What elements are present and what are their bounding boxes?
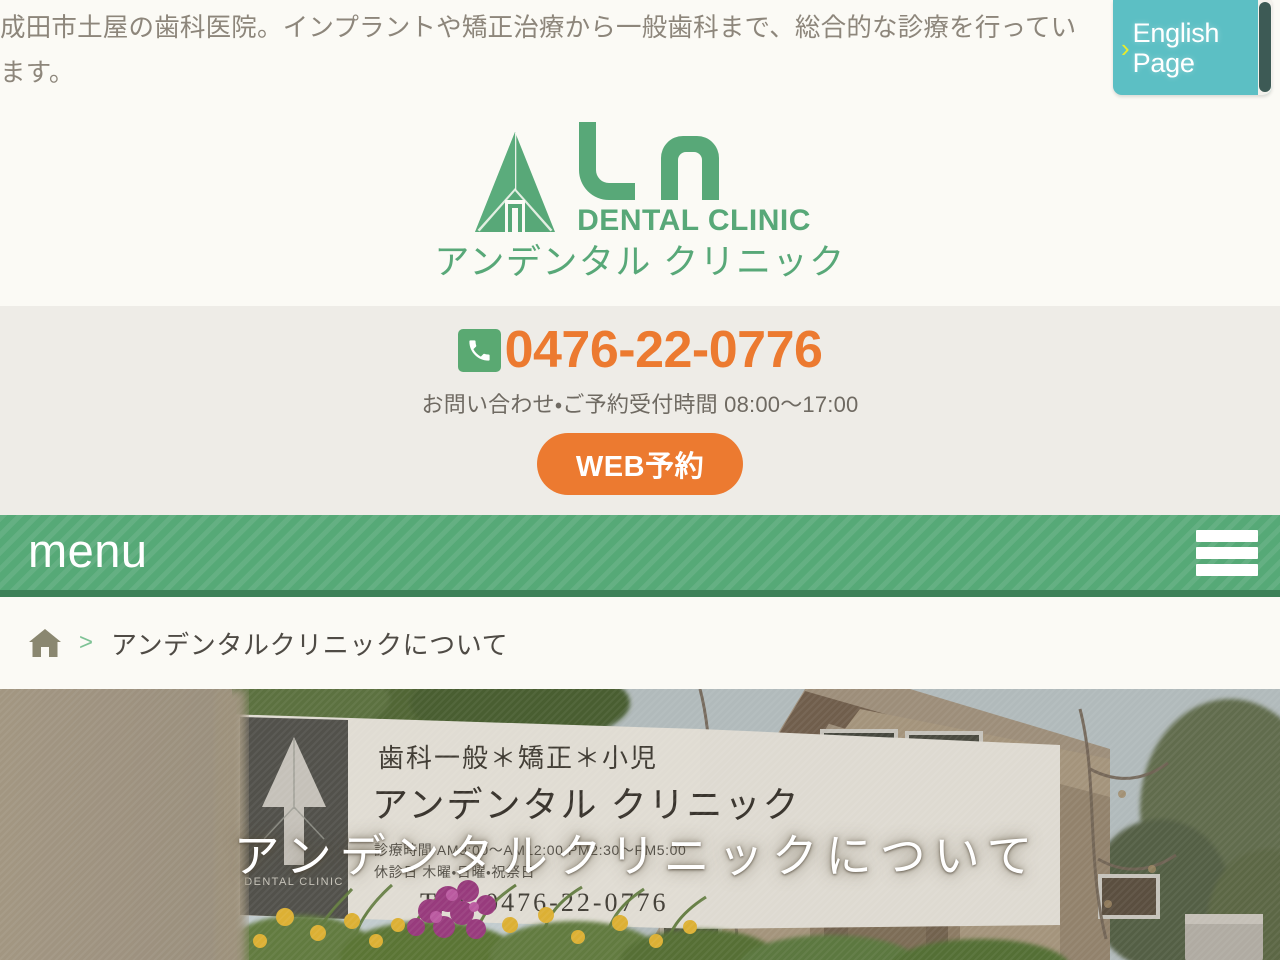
scrollbar-thumb[interactable] xyxy=(1259,2,1271,92)
page-hero: DENTAL CLINIC 歯科一般＊矯正＊小児 アンデンタル クリニック 診療… xyxy=(0,689,1280,960)
hamburger-bar-3 xyxy=(1196,563,1258,576)
breadcrumb-separator: > xyxy=(79,629,94,656)
page-root: 成田市土屋の歯科医院。インプラントや矯正治療から一般歯科まで、総合的な診療を行っ… xyxy=(0,0,1280,960)
phone-icon xyxy=(457,328,501,372)
english-page-label: English Page xyxy=(1132,17,1220,78)
logo-subtitle-en: DENTAL CLINIC xyxy=(577,204,811,237)
phone-row[interactable]: 0476-22-0776 xyxy=(457,324,823,376)
un-letters-icon xyxy=(579,122,720,200)
logo-wordmark: DENTAL CLINIC xyxy=(575,120,811,238)
english-page-label-line2: Page xyxy=(1132,47,1195,78)
chevron-right-icon: › xyxy=(1121,32,1130,63)
hamburger-menu-icon[interactable] xyxy=(1196,527,1258,579)
reception-hours: お問い合わせ・ご予約受付時間 08:00〜17:00 xyxy=(421,392,859,417)
logo-subtitle-ja: アンデンタル クリニック xyxy=(434,243,846,282)
hero-title: アンデンタルクリニックについて xyxy=(233,830,1041,882)
global-nav-bar[interactable]: menu xyxy=(0,515,1280,597)
menu-label: menu xyxy=(28,524,148,577)
hamburger-bar-2 xyxy=(1196,546,1258,559)
breadcrumb-current-page: アンデンタルクリニックについて xyxy=(111,629,509,660)
site-description-text: 成田市土屋の歯科医院。インプラントや矯正治療から一般歯科まで、総合的な診療を行っ… xyxy=(0,14,1077,87)
web-reservation-button[interactable]: WEB予約 xyxy=(537,433,743,495)
english-page-label-line1: English xyxy=(1132,17,1220,48)
home-icon[interactable] xyxy=(27,626,63,660)
hamburger-bar-1 xyxy=(1196,529,1258,542)
contact-band: 0476-22-0776 お問い合わせ・ご予約受付時間 08:00〜17:00 … xyxy=(0,306,1280,515)
clinic-house-icon xyxy=(469,130,561,238)
site-logo[interactable]: DENTAL CLINIC アンデンタル クリニック xyxy=(0,102,1280,306)
phone-number[interactable]: 0476-22-0776 xyxy=(505,324,823,376)
site-description-bar: 成田市土屋の歯科医院。インプラントや矯正治療から一般歯科まで、総合的な診療を行っ… xyxy=(0,0,1280,102)
breadcrumb: > アンデンタルクリニックについて xyxy=(0,597,1280,689)
english-page-button[interactable]: › English Page xyxy=(1113,0,1272,95)
logo-row: DENTAL CLINIC xyxy=(469,118,811,238)
hero-photo: DENTAL CLINIC 歯科一般＊矯正＊小児 アンデンタル クリニック 診療… xyxy=(0,689,1280,960)
